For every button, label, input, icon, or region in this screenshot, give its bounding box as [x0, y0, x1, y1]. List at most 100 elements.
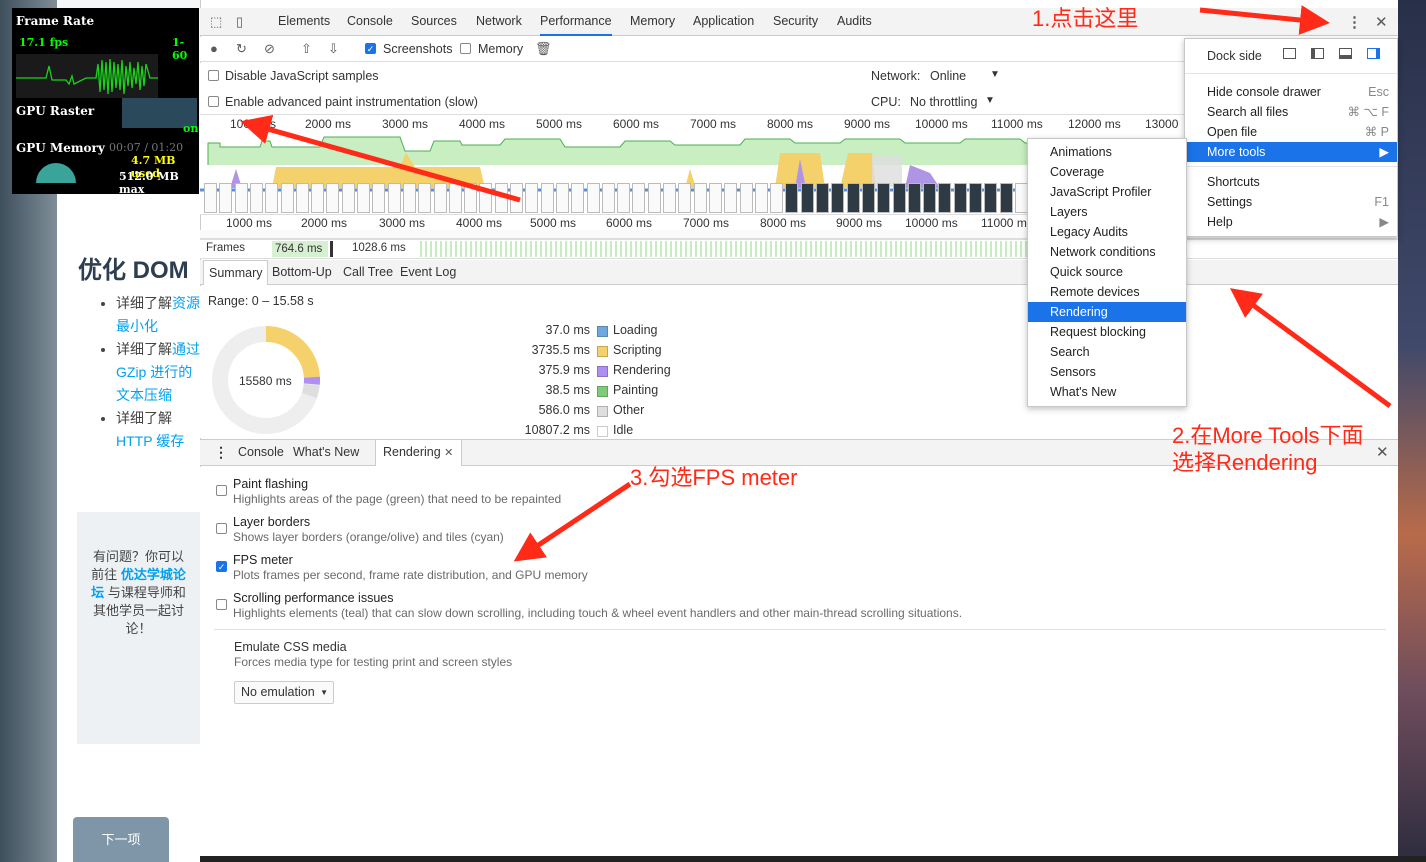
- tab-memory[interactable]: Memory: [630, 8, 675, 36]
- screenshot-thumb[interactable]: [1014, 183, 1028, 213]
- screenshot-thumb[interactable]: [586, 183, 600, 213]
- memory-checkbox[interactable]: [460, 43, 471, 54]
- screenshot-thumb[interactable]: [892, 183, 906, 213]
- clear-icon[interactable]: ⊘: [264, 41, 275, 57]
- screenshot-thumb[interactable]: [617, 183, 631, 213]
- dock-right-icon[interactable]: [1367, 48, 1380, 59]
- device-toolbar-icon[interactable]: ▯: [236, 14, 243, 30]
- screenshot-thumb[interactable]: [984, 183, 998, 213]
- screenshot-thumb[interactable]: [647, 183, 661, 213]
- screenshot-thumb[interactable]: [387, 183, 401, 213]
- screenshot-thumb[interactable]: [770, 183, 784, 213]
- tab-sources[interactable]: Sources: [411, 8, 457, 36]
- cpu-dropdown-icon[interactable]: ▼: [985, 95, 995, 106]
- screenshot-thumb[interactable]: [693, 183, 707, 213]
- inspect-icon[interactable]: ⬚: [210, 14, 222, 30]
- screenshot-thumb[interactable]: [938, 183, 952, 213]
- screenshot-thumb[interactable]: [433, 183, 447, 213]
- tab-network[interactable]: Network: [476, 8, 522, 36]
- screenshot-thumb[interactable]: [219, 183, 233, 213]
- layer-borders-checkbox[interactable]: [216, 523, 227, 534]
- screenshot-thumb[interactable]: [341, 183, 355, 213]
- drawer-tab-rendering[interactable]: Rendering ✕: [375, 439, 463, 466]
- screenshot-thumb[interactable]: [402, 183, 416, 213]
- tool-javascript-profiler[interactable]: JavaScript Profiler: [1028, 182, 1186, 202]
- tool-coverage[interactable]: Coverage: [1028, 162, 1186, 182]
- tab-summary[interactable]: Summary: [203, 260, 269, 285]
- screenshot-thumb[interactable]: [479, 183, 493, 213]
- tool-network-conditions[interactable]: Network conditions: [1028, 242, 1186, 262]
- tool-quick-source[interactable]: Quick source: [1028, 262, 1186, 282]
- trash-icon[interactable]: 🗑: [535, 41, 552, 57]
- screenshot-thumb[interactable]: [724, 183, 738, 213]
- paint-flashing-checkbox[interactable]: [216, 485, 227, 496]
- menu-search-all-files[interactable]: Search all files ⌘ ⌥ F: [1185, 102, 1397, 122]
- tool-search[interactable]: Search: [1028, 342, 1186, 362]
- disable-js-checkbox[interactable]: [208, 70, 219, 81]
- download-icon[interactable]: ⇩: [328, 41, 339, 57]
- screenshot-thumb[interactable]: [510, 183, 523, 213]
- screenshot-thumb[interactable]: [785, 183, 799, 213]
- screenshot-thumb[interactable]: [295, 183, 309, 213]
- menu-more-tools[interactable]: More tools ▶: [1185, 142, 1397, 162]
- screenshot-thumb[interactable]: [923, 183, 937, 213]
- tab-security[interactable]: Security: [773, 8, 818, 36]
- screenshot-thumb[interactable]: [999, 183, 1013, 213]
- screenshot-thumb[interactable]: [754, 183, 768, 213]
- screenshot-thumb[interactable]: [540, 183, 554, 213]
- tab-elements[interactable]: Elements: [278, 8, 330, 36]
- screenshot-thumb[interactable]: [678, 183, 692, 213]
- screenshot-thumb[interactable]: [632, 183, 646, 213]
- screenshot-thumb[interactable]: [663, 183, 676, 213]
- network-select[interactable]: Online: [930, 69, 966, 83]
- screenshot-thumb[interactable]: [877, 183, 891, 213]
- upload-icon[interactable]: ⇧: [301, 41, 312, 57]
- dock-bottom-icon[interactable]: [1339, 48, 1352, 59]
- screenshot-thumb[interactable]: [418, 183, 432, 213]
- screenshot-thumb[interactable]: [816, 183, 829, 213]
- drawer-tab-whats-new[interactable]: What's New: [293, 445, 359, 459]
- screenshot-thumb[interactable]: [555, 183, 569, 213]
- screenshot-thumb[interactable]: [280, 183, 294, 213]
- menu-open-file[interactable]: Open file ⌘ P: [1185, 122, 1397, 142]
- advanced-paint-checkbox[interactable]: [208, 96, 219, 107]
- screenshot-thumb[interactable]: [708, 183, 722, 213]
- screenshot-thumb[interactable]: [907, 183, 921, 213]
- close-tab-icon[interactable]: ✕: [444, 447, 453, 459]
- screenshot-thumb[interactable]: [311, 183, 325, 213]
- reload-icon[interactable]: ↻: [236, 41, 247, 57]
- tab-bottom-up[interactable]: Bottom-Up: [272, 260, 332, 285]
- frame-duration-2[interactable]: 1028.6 ms: [352, 242, 406, 254]
- tab-application[interactable]: Application: [693, 8, 754, 36]
- drawer-menu-icon[interactable]: ⋮: [214, 444, 228, 461]
- screenshot-thumb[interactable]: [464, 183, 478, 213]
- tool-remote-devices[interactable]: Remote devices: [1028, 282, 1186, 302]
- tool-request-blocking[interactable]: Request blocking: [1028, 322, 1186, 342]
- screenshot-thumb[interactable]: [357, 183, 370, 213]
- tab-event-log[interactable]: Event Log: [400, 260, 456, 285]
- tab-call-tree[interactable]: Call Tree: [343, 260, 393, 285]
- dock-left-icon[interactable]: [1311, 48, 1324, 59]
- menu-settings[interactable]: Settings F1: [1185, 192, 1397, 212]
- screenshot-thumb[interactable]: [525, 183, 539, 213]
- tab-performance[interactable]: Performance: [540, 8, 612, 36]
- tool-sensors[interactable]: Sensors: [1028, 362, 1186, 382]
- screenshot-thumb[interactable]: [861, 183, 875, 213]
- screenshot-thumb[interactable]: [326, 183, 340, 213]
- menu-help[interactable]: Help ▶: [1185, 212, 1397, 232]
- record-icon[interactable]: ●: [210, 41, 218, 56]
- screenshot-thumb[interactable]: [571, 183, 585, 213]
- next-button[interactable]: 下一项: [73, 817, 169, 862]
- cpu-select[interactable]: No throttling: [910, 95, 977, 109]
- screenshot-thumb[interactable]: [265, 183, 279, 213]
- close-devtools-icon[interactable]: ✕: [1375, 13, 1388, 31]
- more-options-icon[interactable]: ⋮: [1347, 13, 1362, 31]
- screenshot-thumb[interactable]: [249, 183, 263, 213]
- emulate-select[interactable]: No emulation ▼: [234, 681, 334, 704]
- menu-hide-console[interactable]: Hide console drawer Esc: [1185, 82, 1397, 102]
- screenshot-thumb[interactable]: [969, 183, 982, 213]
- screenshot-thumb[interactable]: [831, 183, 845, 213]
- screenshot-thumb[interactable]: [204, 183, 217, 213]
- tool-what-s-new[interactable]: What's New: [1028, 382, 1186, 402]
- screenshot-thumb[interactable]: [234, 183, 248, 213]
